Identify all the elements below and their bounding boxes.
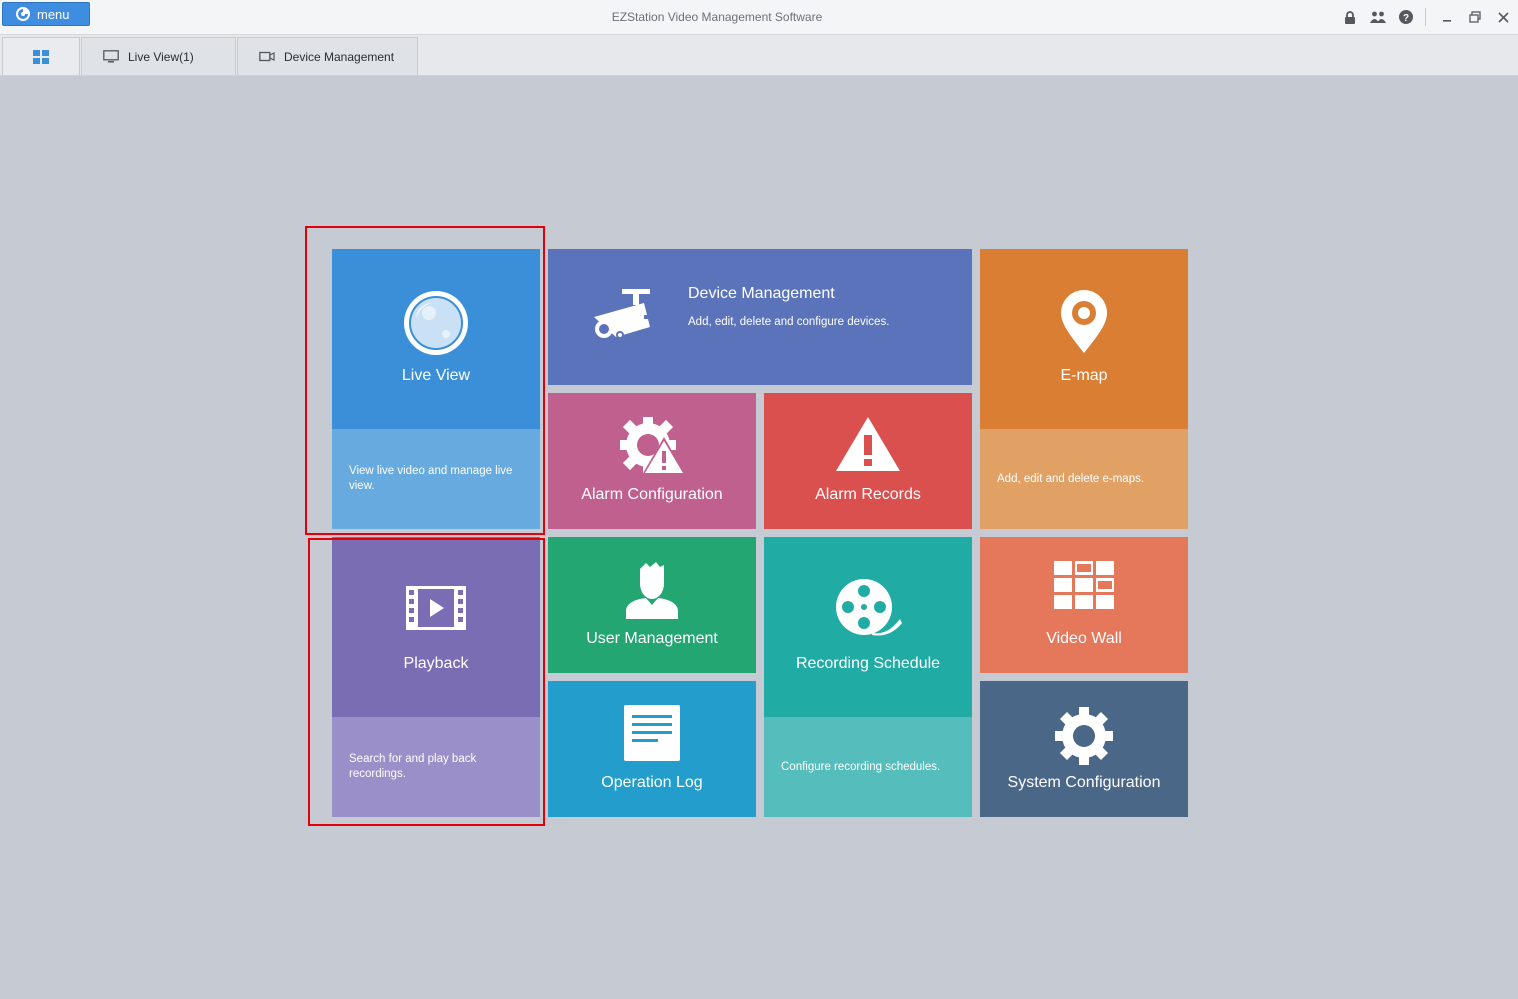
alarm-configuration-tile[interactable]: Alarm Configuration	[548, 393, 756, 529]
tab-live-view-label: Live View(1)	[128, 49, 194, 64]
monitor-icon	[103, 50, 119, 63]
document-icon	[624, 705, 680, 763]
users-icon[interactable]	[1367, 6, 1389, 28]
lens-icon	[402, 289, 470, 357]
title-bar: menu EZStation Video Management Software…	[0, 0, 1518, 35]
user-icon	[624, 561, 680, 619]
alarm-config-icon	[620, 417, 686, 475]
tab-live-view[interactable]: Live View(1)	[81, 37, 236, 75]
recording-schedule-tile[interactable]: Recording Schedule Configure recording s…	[764, 537, 972, 817]
tab-device-management[interactable]: Device Management	[237, 37, 418, 75]
recording-schedule-desc: Configure recording schedules.	[764, 717, 972, 817]
window-title: EZStation Video Management Software	[611, 10, 823, 24]
device-management-tile[interactable]: Device Management Add, edit, delete and …	[548, 249, 972, 385]
gear-icon	[1055, 707, 1113, 765]
restore-icon[interactable]	[1464, 6, 1486, 28]
help-icon[interactable]: ?	[1395, 6, 1417, 28]
emap-desc: Add, edit and delete e-maps.	[980, 429, 1188, 529]
live-view-tile[interactable]: Live View View live video and manage liv…	[332, 249, 540, 529]
film-reel-icon	[834, 577, 904, 637]
alarm-records-tile[interactable]: Alarm Records	[764, 393, 972, 529]
title-separator	[1425, 8, 1426, 26]
emap-title: E-map	[1060, 367, 1108, 384]
recording-schedule-title: Recording Schedule	[795, 655, 941, 672]
camera-icon	[259, 51, 275, 62]
warning-icon	[835, 415, 901, 473]
minimize-icon[interactable]	[1436, 6, 1458, 28]
operation-log-title: Operation Log	[601, 774, 703, 791]
tab-home[interactable]	[2, 37, 80, 75]
emap-tile[interactable]: E-map Add, edit and delete e-maps.	[980, 249, 1188, 529]
device-management-title: Device Management	[688, 285, 835, 302]
alarm-configuration-title: Alarm Configuration	[581, 486, 723, 503]
tab-device-management-label: Device Management	[284, 49, 395, 64]
video-wall-tile[interactable]: Video Wall	[980, 537, 1188, 673]
home-grid-icon	[33, 49, 49, 64]
map-pin-icon	[1058, 289, 1110, 355]
user-management-tile[interactable]: User Management	[548, 537, 756, 673]
system-configuration-title: System Configuration	[1007, 774, 1161, 791]
live-view-desc: View live video and manage live view.	[332, 429, 540, 529]
surveillance-camera-icon	[586, 287, 658, 347]
playback-tile[interactable]: Playback Search for and play back record…	[332, 537, 540, 817]
playback-desc: Search for and play back recordings.	[332, 717, 540, 817]
svg-text:?: ?	[1403, 13, 1409, 24]
tab-bar: Live View(1) Device Management	[0, 35, 1518, 76]
system-configuration-tile[interactable]: System Configuration	[980, 681, 1188, 817]
film-play-icon	[405, 585, 467, 631]
operation-log-tile[interactable]: Operation Log	[548, 681, 756, 817]
user-management-title: User Management	[586, 630, 718, 647]
alarm-records-title: Alarm Records	[815, 486, 921, 503]
video-wall-icon	[1054, 561, 1114, 609]
close-icon[interactable]	[1492, 6, 1514, 28]
playback-title: Playback	[403, 655, 469, 672]
video-wall-title: Video Wall	[1046, 630, 1122, 647]
device-management-desc: Add, edit, delete and configure devices.	[688, 316, 890, 328]
lock-icon[interactable]	[1339, 6, 1361, 28]
live-view-title: Live View	[401, 367, 471, 384]
